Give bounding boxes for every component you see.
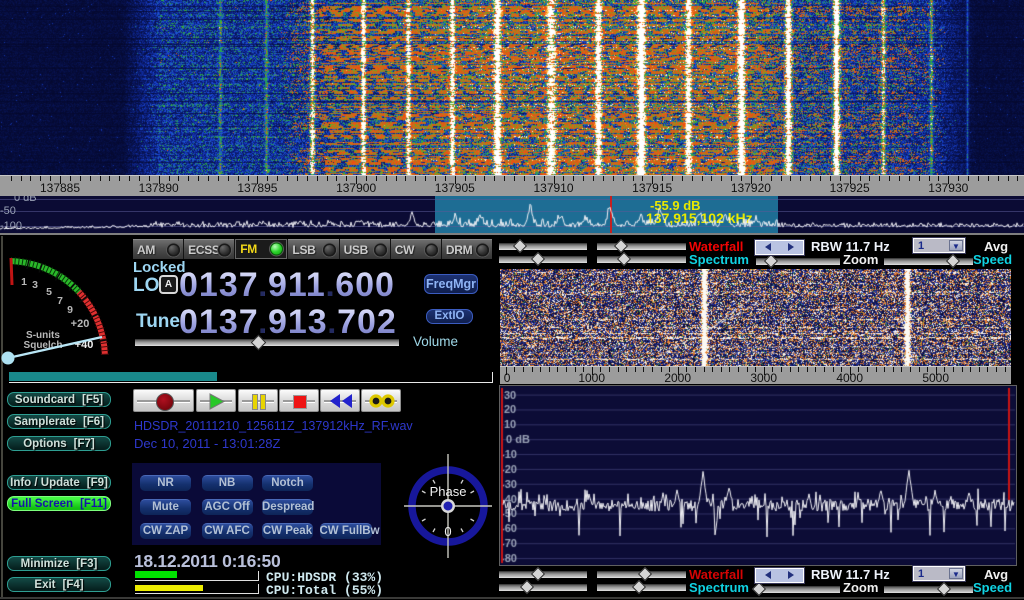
svg-text:9: 9 [67, 304, 73, 316]
svg-text:5: 5 [46, 286, 52, 298]
svg-text:7: 7 [57, 295, 63, 307]
svg-text:0: 0 [444, 524, 451, 539]
svg-text:1: 1 [21, 276, 27, 288]
svg-text:+20: +20 [71, 318, 90, 330]
svg-text:Phase: Phase [430, 484, 467, 499]
svg-text:3: 3 [32, 279, 38, 291]
